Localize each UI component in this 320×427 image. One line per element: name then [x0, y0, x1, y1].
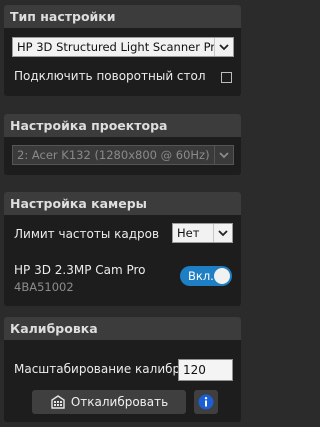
- camera-id: 4BA51002: [14, 280, 74, 294]
- calibrate-button[interactable]: Откалибровать: [32, 390, 186, 414]
- chevron-down-icon: [214, 38, 233, 56]
- turntable-checkbox[interactable]: [221, 72, 232, 83]
- info-icon: [198, 394, 214, 410]
- calibration-scale-label: Масштабирование калибровки: [14, 362, 180, 376]
- camera-toggle-label: Вкл.: [188, 269, 214, 283]
- calibrate-button-label: Откалибровать: [70, 395, 169, 409]
- camera-panel: Настройка камеры Лимит частоты кадров Не…: [4, 192, 241, 306]
- scanner-select[interactable]: HP 3D Structured Light Scanner Pro S3: [12, 37, 234, 57]
- chevron-down-icon: [213, 224, 232, 242]
- projector-select[interactable]: 2: Acer K132 (1280x800 @ 60Hz): [12, 145, 234, 165]
- projector-panel: Настройка проектора 2: Acer K132 (1280x8…: [4, 114, 241, 175]
- camera-name: HP 3D 2.3MP Cam Pro: [14, 263, 146, 277]
- setup-type-panel: Тип настройки HP 3D Structured Light Sca…: [4, 5, 241, 96]
- projector-select-value: 2: Acer K132 (1280x800 @ 60Hz): [17, 148, 210, 162]
- toggle-knob: [214, 268, 230, 284]
- calibration-panel: Калибровка Масштабирование калибровки 12…: [4, 317, 241, 422]
- projector-header: Настройка проектора: [4, 114, 241, 137]
- info-button[interactable]: [194, 390, 218, 414]
- calibrate-icon: [50, 395, 66, 409]
- setup-type-header: Тип настройки: [4, 5, 241, 28]
- camera-toggle[interactable]: Вкл.: [180, 266, 232, 286]
- calibration-header: Калибровка: [4, 317, 241, 340]
- frame-rate-label: Лимит частоты кадров: [14, 227, 160, 241]
- frame-rate-select[interactable]: Нет: [172, 223, 233, 243]
- turntable-label: Подключить поворотный стол: [14, 69, 206, 83]
- chevron-down-icon: [214, 146, 233, 164]
- camera-header: Настройка камеры: [4, 192, 241, 215]
- calibration-scale-input[interactable]: 120: [178, 359, 233, 381]
- scanner-select-value: HP 3D Structured Light Scanner Pro S3: [17, 40, 233, 54]
